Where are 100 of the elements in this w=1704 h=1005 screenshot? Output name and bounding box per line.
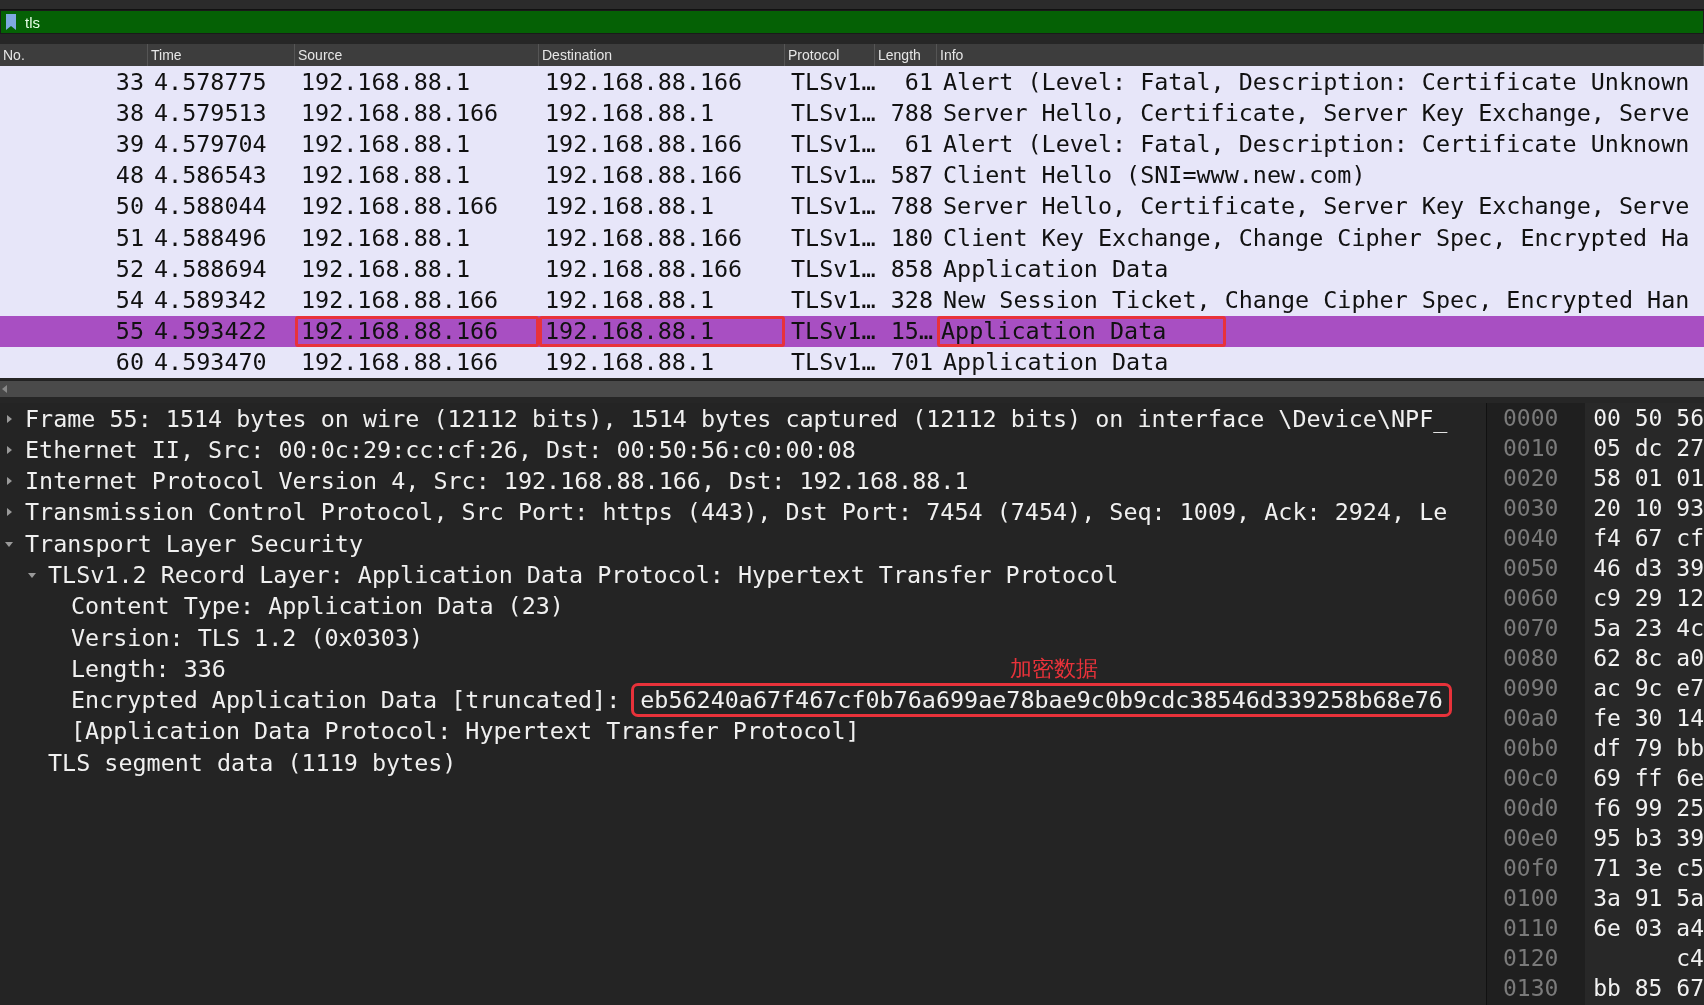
column-header[interactable]: Time xyxy=(148,44,295,66)
byte-offset: 0050 xyxy=(1503,553,1560,583)
byte-offset: 0120 xyxy=(1503,943,1560,973)
table-cell-text: TLSv1… xyxy=(790,347,875,378)
table-cell-text: Alert (Level: Fatal, Description: Certificate Unknown xyxy=(942,66,1691,98)
table-cell-text: 54 xyxy=(114,284,145,316)
hex-bytes: ac 9c e7 xyxy=(1593,674,1704,701)
table-cell-text: TLSv1… xyxy=(790,191,875,222)
byte-offset: 0060 xyxy=(1503,583,1560,613)
column-header[interactable]: No. xyxy=(0,44,148,66)
hex-bytes: c4 xyxy=(1676,944,1704,971)
hex-bytes: 00 50 56 xyxy=(1593,404,1704,431)
table-cell-text: 328 xyxy=(889,284,934,316)
packet-row[interactable]: 48 4.586543 192.168.88.1 192.168.88.166 TLSv1… 587 Client Hello (SNI=www.new.com) xyxy=(0,159,1704,191)
expand-arrow-icon[interactable] xyxy=(4,444,14,455)
packet-row[interactable]: 39 4.579704 192.168.88.1 192.168.88.166 TLSv1… 61 Alert (Level: Fatal, Description: Certificate Unknown xyxy=(0,128,1704,160)
table-cell-text: 51 xyxy=(114,222,145,254)
filter-field[interactable]: tls xyxy=(0,10,1704,34)
expand-arrow-icon[interactable] xyxy=(4,413,14,424)
byte-offset: 00b0 xyxy=(1503,733,1560,763)
hex-bytes: fe 30 14 xyxy=(1593,704,1704,731)
table-cell-text: 192.168.88.166 xyxy=(544,128,744,160)
table-cell-text: TLSv1… xyxy=(790,222,875,254)
tree-item[interactable]: Length: 336 xyxy=(71,654,226,683)
table-cell-text: 61 xyxy=(903,66,934,98)
table-cell-text: 192.168.88.166 xyxy=(544,66,744,98)
tree-item[interactable]: Content Type: Application Data (23) xyxy=(71,592,564,621)
packet-row[interactable]: 55 4.593422 192.168.88.166 192.168.88.1 TLSv1… 15… Application Data xyxy=(0,315,1704,347)
table-cell-text: 4.579513 xyxy=(153,97,268,129)
table-cell-text: 55 xyxy=(114,316,145,347)
packet-row[interactable]: 33 4.578775 192.168.88.1 192.168.88.166 TLSv1… 61 Alert (Level: Fatal, Description: Certificate Unknown xyxy=(0,66,1704,98)
hex-bytes: 5a 23 4c xyxy=(1593,614,1704,641)
packet-row[interactable]: 54 4.589342 192.168.88.166 192.168.88.1 TLSv1… 328 New Session Ticket, Change Cipher Spec, Encrypted Han xyxy=(0,284,1704,316)
table-cell: 192.168.88.1 xyxy=(539,315,785,347)
table-cell-text: Server Hello, Certificate, Server Key Exchange, Serve xyxy=(942,191,1691,222)
expand-arrow-icon[interactable] xyxy=(4,507,14,518)
table-cell-text: 39 xyxy=(114,128,145,160)
tree-item[interactable]: [Application Data Protocol: Hypertext Transfer Protocol] xyxy=(71,717,860,746)
field-value: eb56240a67f467cf0b76a699ae78bae9c0b9cdc38546d339258b68e76 xyxy=(634,686,1449,715)
column-header[interactable]: Length xyxy=(875,44,937,66)
column-header[interactable]: Info xyxy=(937,44,1704,66)
tree-item[interactable]: TLSv1.2 Record Layer: Application Data Protocol: Hypertext Transfer Protocol xyxy=(48,561,1119,589)
column-header[interactable]: Protocol xyxy=(785,44,875,66)
hex-bytes: 58 01 01 xyxy=(1593,464,1704,491)
table-cell-text: 587 xyxy=(889,160,934,191)
table-cell-text: Client Key Exchange, Change Cipher Spec, Encrypted Ha xyxy=(942,222,1691,254)
packet-row[interactable]: 50 4.588044 192.168.88.166 192.168.88.1 TLSv1… 788 Server Hello, Certificate, Server Key Exchange, Serve xyxy=(0,190,1704,222)
tree-item[interactable]: Ethernet II, Src: 00:0c:29:cc:cf:26, Dst: 00:50:56:c0:00:08 xyxy=(25,435,856,464)
byte-offset: 0010 xyxy=(1503,433,1560,463)
tree-item[interactable]: Encrypted Application Data [truncated]: xyxy=(71,686,621,715)
byte-offset: 0110 xyxy=(1503,913,1560,943)
hex-bytes: f4 67 cf xyxy=(1593,524,1704,551)
hex-bytes: df 79 bb xyxy=(1593,734,1704,761)
hex-bytes: 62 8c a0 xyxy=(1593,644,1704,671)
table-cell-text: 38 xyxy=(114,97,145,129)
tree-item[interactable]: TLS segment data (1119 bytes) xyxy=(48,748,457,777)
table-cell-text: 701 xyxy=(889,347,934,378)
table-cell: 192.168.88.166 xyxy=(295,315,539,347)
table-cell-text: 192.168.88.1 xyxy=(300,66,471,98)
table-cell-text: 788 xyxy=(889,97,934,129)
bookmark-icon[interactable] xyxy=(5,13,17,31)
table-cell-text: 192.168.88.166 xyxy=(300,284,500,316)
table-cell-text: 61 xyxy=(903,128,934,160)
table-cell-text: 192.168.88.166 xyxy=(300,191,500,222)
table-cell-text: 192.168.88.1 xyxy=(300,222,471,254)
table-cell-text: New Session Ticket, Change Cipher Spec, Encrypted Han xyxy=(942,284,1691,316)
byte-offset: 0090 xyxy=(1503,673,1560,703)
packet-row[interactable]: 51 4.588496 192.168.88.1 192.168.88.166 TLSv1… 180 Client Key Exchange, Change Cipher Spec, Encrypted Ha xyxy=(0,221,1704,254)
column-header[interactable]: Destination xyxy=(539,44,785,66)
column-header[interactable]: Source xyxy=(295,44,539,66)
table-cell-text: 4.586543 xyxy=(153,160,268,191)
table-cell-text: 4.579704 xyxy=(153,128,268,160)
byte-offset: 0000 xyxy=(1503,403,1560,433)
table-cell-text: 180 xyxy=(889,222,934,254)
packet-row[interactable]: 60 4.593470 192.168.88.166 192.168.88.1 TLSv1… 701 Application Data xyxy=(0,346,1704,378)
table-cell-text: 192.168.88.1 xyxy=(544,347,715,378)
packet-row[interactable]: 52 4.588694 192.168.88.1 192.168.88.166 TLSv1… 858 Application Data xyxy=(0,253,1704,285)
tree-item[interactable]: Transport Layer Security xyxy=(25,529,363,558)
tree-item[interactable]: Internet Protocol Version 4, Src: 192.168.88.166, Dst: 192.168.88.1 xyxy=(25,467,969,496)
expand-arrow-icon[interactable] xyxy=(4,476,14,487)
tree-item[interactable]: Version: TLS 1.2 (0x0303) xyxy=(71,623,424,652)
hex-bytes: 6e 03 a4 xyxy=(1593,914,1704,941)
table-cell-text: 192.168.88.1 xyxy=(544,97,715,129)
table-cell-text: Server Hello, Certificate, Server Key Exchange, Serve xyxy=(942,97,1691,129)
byte-offset: 0020 xyxy=(1503,463,1560,493)
hex-bytes: 71 3e c5 xyxy=(1593,854,1704,881)
table-cell-text: 15… xyxy=(889,316,934,347)
scroll-left-icon[interactable] xyxy=(2,384,8,393)
byte-offset: 00f0 xyxy=(1503,853,1560,883)
table-cell-text: 4.588694 xyxy=(153,253,268,285)
table-cell-text: 192.168.88.1 xyxy=(544,191,715,222)
table-cell-text: 192.168.88.166 xyxy=(300,97,500,129)
hex-bytes: 95 b3 39 xyxy=(1593,824,1704,851)
tree-item[interactable]: Frame 55: 1514 bytes on wire (12112 bits), 1514 bytes captured (12112 bits) on interface \Device\NPF_ xyxy=(25,404,1448,433)
packet-row[interactable]: 38 4.579513 192.168.88.166 192.168.88.1 TLSv1… 788 Server Hello, Certificate, Server Key Exchange, Serve xyxy=(0,97,1704,129)
table-cell-text: Application Data xyxy=(942,347,1170,378)
hex-bytes: bb 85 67 xyxy=(1593,974,1704,1001)
tree-item[interactable]: Transmission Control Protocol, Src Port: https (443), Dst Port: 7454 (7454), Seq: 1009, Ack: 2924, Le xyxy=(25,498,1448,527)
collapse-arrow-icon[interactable] xyxy=(27,570,37,580)
byte-offset: 00c0 xyxy=(1503,763,1560,793)
